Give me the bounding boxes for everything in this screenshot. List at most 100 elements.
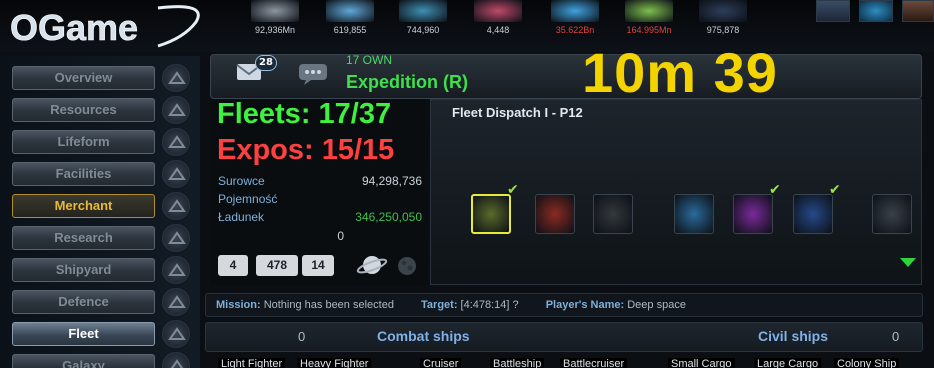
target-label: Target:	[421, 299, 458, 311]
resources-value: 94,298,736	[361, 174, 422, 188]
resource-dark-matter[interactable]: 975,878	[693, 0, 753, 52]
food-amount: 164.995Mn	[626, 25, 672, 35]
resources-shortcut-icon[interactable]	[162, 96, 190, 124]
ship-label[interactable]: Large Cargo	[754, 358, 822, 368]
resource-deuterium[interactable]: 744,960	[393, 0, 453, 52]
fleets-slots: Fleets: 17/37	[217, 98, 392, 130]
menu-overview-button[interactable]: Overview	[12, 66, 155, 90]
coord-galaxy[interactable]: 4	[218, 255, 248, 276]
menu-merchant-button[interactable]: Merchant	[12, 194, 155, 218]
population-icon	[551, 0, 599, 22]
dark-matter-amount: 975,878	[706, 25, 740, 35]
mission-label: Mission:	[216, 299, 261, 311]
menu-defence-button[interactable]: Defence	[12, 290, 155, 314]
officer-badge-icon[interactable]	[859, 0, 893, 22]
metal-icon	[251, 0, 299, 22]
resource-energy[interactable]: 4,448	[468, 0, 528, 52]
cargo-label: Ładunek	[218, 210, 265, 224]
ship-label[interactable]: Light Fighter	[218, 358, 286, 368]
food-icon	[625, 0, 673, 22]
merchant-shortcut-icon[interactable]	[162, 192, 190, 220]
menu-lifeform-button[interactable]: Lifeform	[12, 130, 155, 154]
mission-expedition-icon[interactable]	[471, 194, 511, 234]
expos-slots: Expos: 15/15	[217, 134, 395, 166]
menu-resources-button[interactable]: Resources	[12, 98, 155, 122]
menu-row-facilities: Facilities	[0, 159, 200, 189]
target-value: [4:478:14] ?	[460, 299, 519, 311]
resource-crystal[interactable]: 619,855	[320, 0, 380, 52]
free-space-value: 0	[337, 229, 344, 243]
expedition-label: Expedition (R)	[346, 72, 468, 92]
expand-arrow-icon[interactable]	[900, 258, 916, 267]
deuterium-icon	[399, 0, 447, 22]
menu-row-resources: Resources	[0, 95, 200, 125]
ogame-logo[interactable]: OGame	[8, 2, 208, 50]
ship-label[interactable]: Colony Ship	[834, 358, 900, 368]
shipyard-shortcut-icon[interactable]	[162, 256, 190, 284]
metal-amount: 92,936Mn	[254, 25, 296, 35]
moon-icon[interactable]	[397, 256, 417, 276]
officer-avatar-icon[interactable]	[816, 0, 850, 22]
mission-value: Nothing has been selected	[263, 299, 394, 311]
mission-recycle-icon[interactable]	[872, 194, 912, 234]
mission-transport-icon[interactable]	[733, 194, 773, 234]
coord-position[interactable]: 14	[302, 255, 334, 276]
mission-harvest-icon[interactable]	[674, 194, 714, 234]
menu-facilities-button[interactable]: Facilities	[12, 162, 155, 186]
menu-research-button[interactable]: Research	[12, 226, 155, 250]
galaxy-shortcut-icon[interactable]	[162, 352, 190, 368]
population-amount: 35.622Bn	[555, 25, 595, 35]
svg-text:OGame: OGame	[10, 7, 138, 48]
mission-espionage-icon[interactable]	[793, 194, 833, 234]
mission-attack-icon[interactable]	[535, 194, 575, 234]
fleet-shortcut-icon[interactable]	[162, 320, 190, 348]
player-name-value: Deep space	[627, 299, 686, 311]
civil-ships-title: Civil ships	[758, 328, 829, 344]
ship-label[interactable]: Battlecruiser	[560, 358, 628, 368]
mission-colonize-icon[interactable]	[593, 194, 633, 234]
menu-row-defence: Defence	[0, 287, 200, 317]
planet-icon[interactable]	[356, 250, 388, 280]
menu-galaxy-button[interactable]: Galaxy	[12, 354, 155, 368]
ship-label[interactable]: Small Cargo	[668, 358, 735, 368]
dispatch-title: Fleet Dispatch I - P12	[452, 105, 583, 120]
energy-icon	[474, 0, 522, 22]
mission-status-bar: Mission: Nothing has been selected Targe…	[205, 293, 923, 317]
mission-espionage-check-icon: ✔	[829, 182, 841, 198]
menu-row-research: Research	[0, 223, 200, 253]
top-resource-bar: OGame	[0, 0, 934, 52]
research-shortcut-icon[interactable]	[162, 224, 190, 252]
capacity-label: Pojemność	[218, 192, 278, 206]
facilities-shortcut-icon[interactable]	[162, 160, 190, 188]
commander-portrait-icon[interactable]	[902, 0, 934, 22]
fleet-dispatch-panel	[430, 99, 922, 285]
resource-population[interactable]: 35.622Bn	[545, 0, 605, 52]
civil-ships-count: 0	[892, 329, 900, 344]
crystal-amount: 619,855	[333, 25, 367, 35]
menu-row-shipyard: Shipyard	[0, 255, 200, 285]
menu-row-galaxy: Galaxy	[0, 351, 200, 368]
mission-transport-check-icon: ✔	[769, 182, 781, 198]
crystal-icon	[326, 0, 374, 22]
ship-label[interactable]: Heavy Fighter	[297, 358, 372, 368]
resource-metal[interactable]: 92,936Mn	[245, 0, 305, 52]
mission-expedition-check-icon: ✔	[507, 182, 519, 198]
ship-label[interactable]: Cruiser	[420, 358, 462, 368]
messages-count-badge: 28	[255, 55, 277, 71]
menu-row-overview: Overview	[0, 63, 200, 93]
combat-ships-count: 0	[298, 329, 306, 344]
resource-food[interactable]: 164.995Mn	[619, 0, 679, 52]
ship-label[interactable]: Battleship	[490, 358, 545, 368]
lifeform-shortcut-icon[interactable]	[162, 128, 190, 156]
coord-system[interactable]: 478	[256, 255, 298, 276]
energy-amount: 4,448	[486, 25, 510, 35]
menu-row-lifeform: Lifeform	[0, 127, 200, 157]
menu-shipyard-button[interactable]: Shipyard	[12, 258, 155, 282]
cargo-value: 346,250,050	[355, 210, 422, 224]
defence-shortcut-icon[interactable]	[162, 288, 190, 316]
dark-matter-icon	[699, 0, 747, 22]
overview-shortcut-icon[interactable]	[162, 64, 190, 92]
menu-row-fleet: Fleet	[0, 319, 200, 349]
menu-fleet-button[interactable]: Fleet	[12, 322, 155, 346]
chat-bubble-icon[interactable]	[298, 63, 328, 85]
